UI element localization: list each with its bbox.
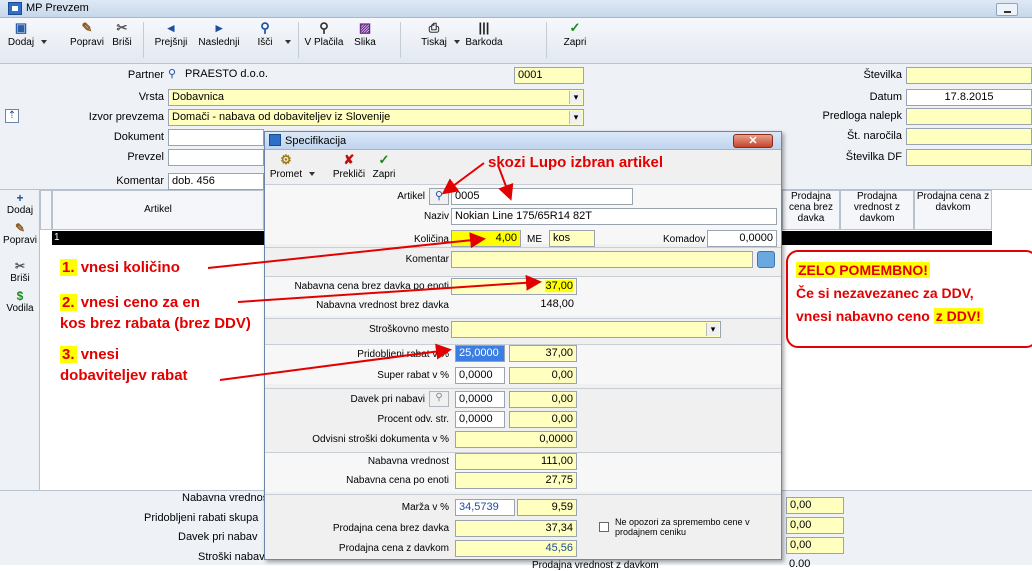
step1-text: vnesi količino xyxy=(80,259,180,276)
warning-line2: vnesi nabavno ceno xyxy=(796,308,930,324)
step2-number: 2. xyxy=(60,294,77,311)
arrow-discount xyxy=(219,343,452,381)
arrow-qty xyxy=(207,232,486,269)
annotation-lupa: skozi Lupo izbran artikel xyxy=(488,154,664,171)
step3-text: vnesi xyxy=(80,346,120,363)
step2-text: vnesi ceno za en xyxy=(80,294,200,311)
arrow-lupa xyxy=(441,162,485,195)
step1-number: 1. xyxy=(60,259,77,276)
warning-line1: Če si nezavezanec za DDV, xyxy=(796,285,974,301)
warning-line2-highlight: z DDV! xyxy=(933,308,983,324)
step2-text-line2: kos brez rabata (brez DDV) xyxy=(60,315,251,332)
arrow-price xyxy=(237,274,542,303)
step3-text-line2: dobaviteljev rabat xyxy=(60,367,188,384)
warning-title: ZELO POMEMBNO! xyxy=(796,262,930,278)
step3-number: 3. xyxy=(60,346,77,363)
